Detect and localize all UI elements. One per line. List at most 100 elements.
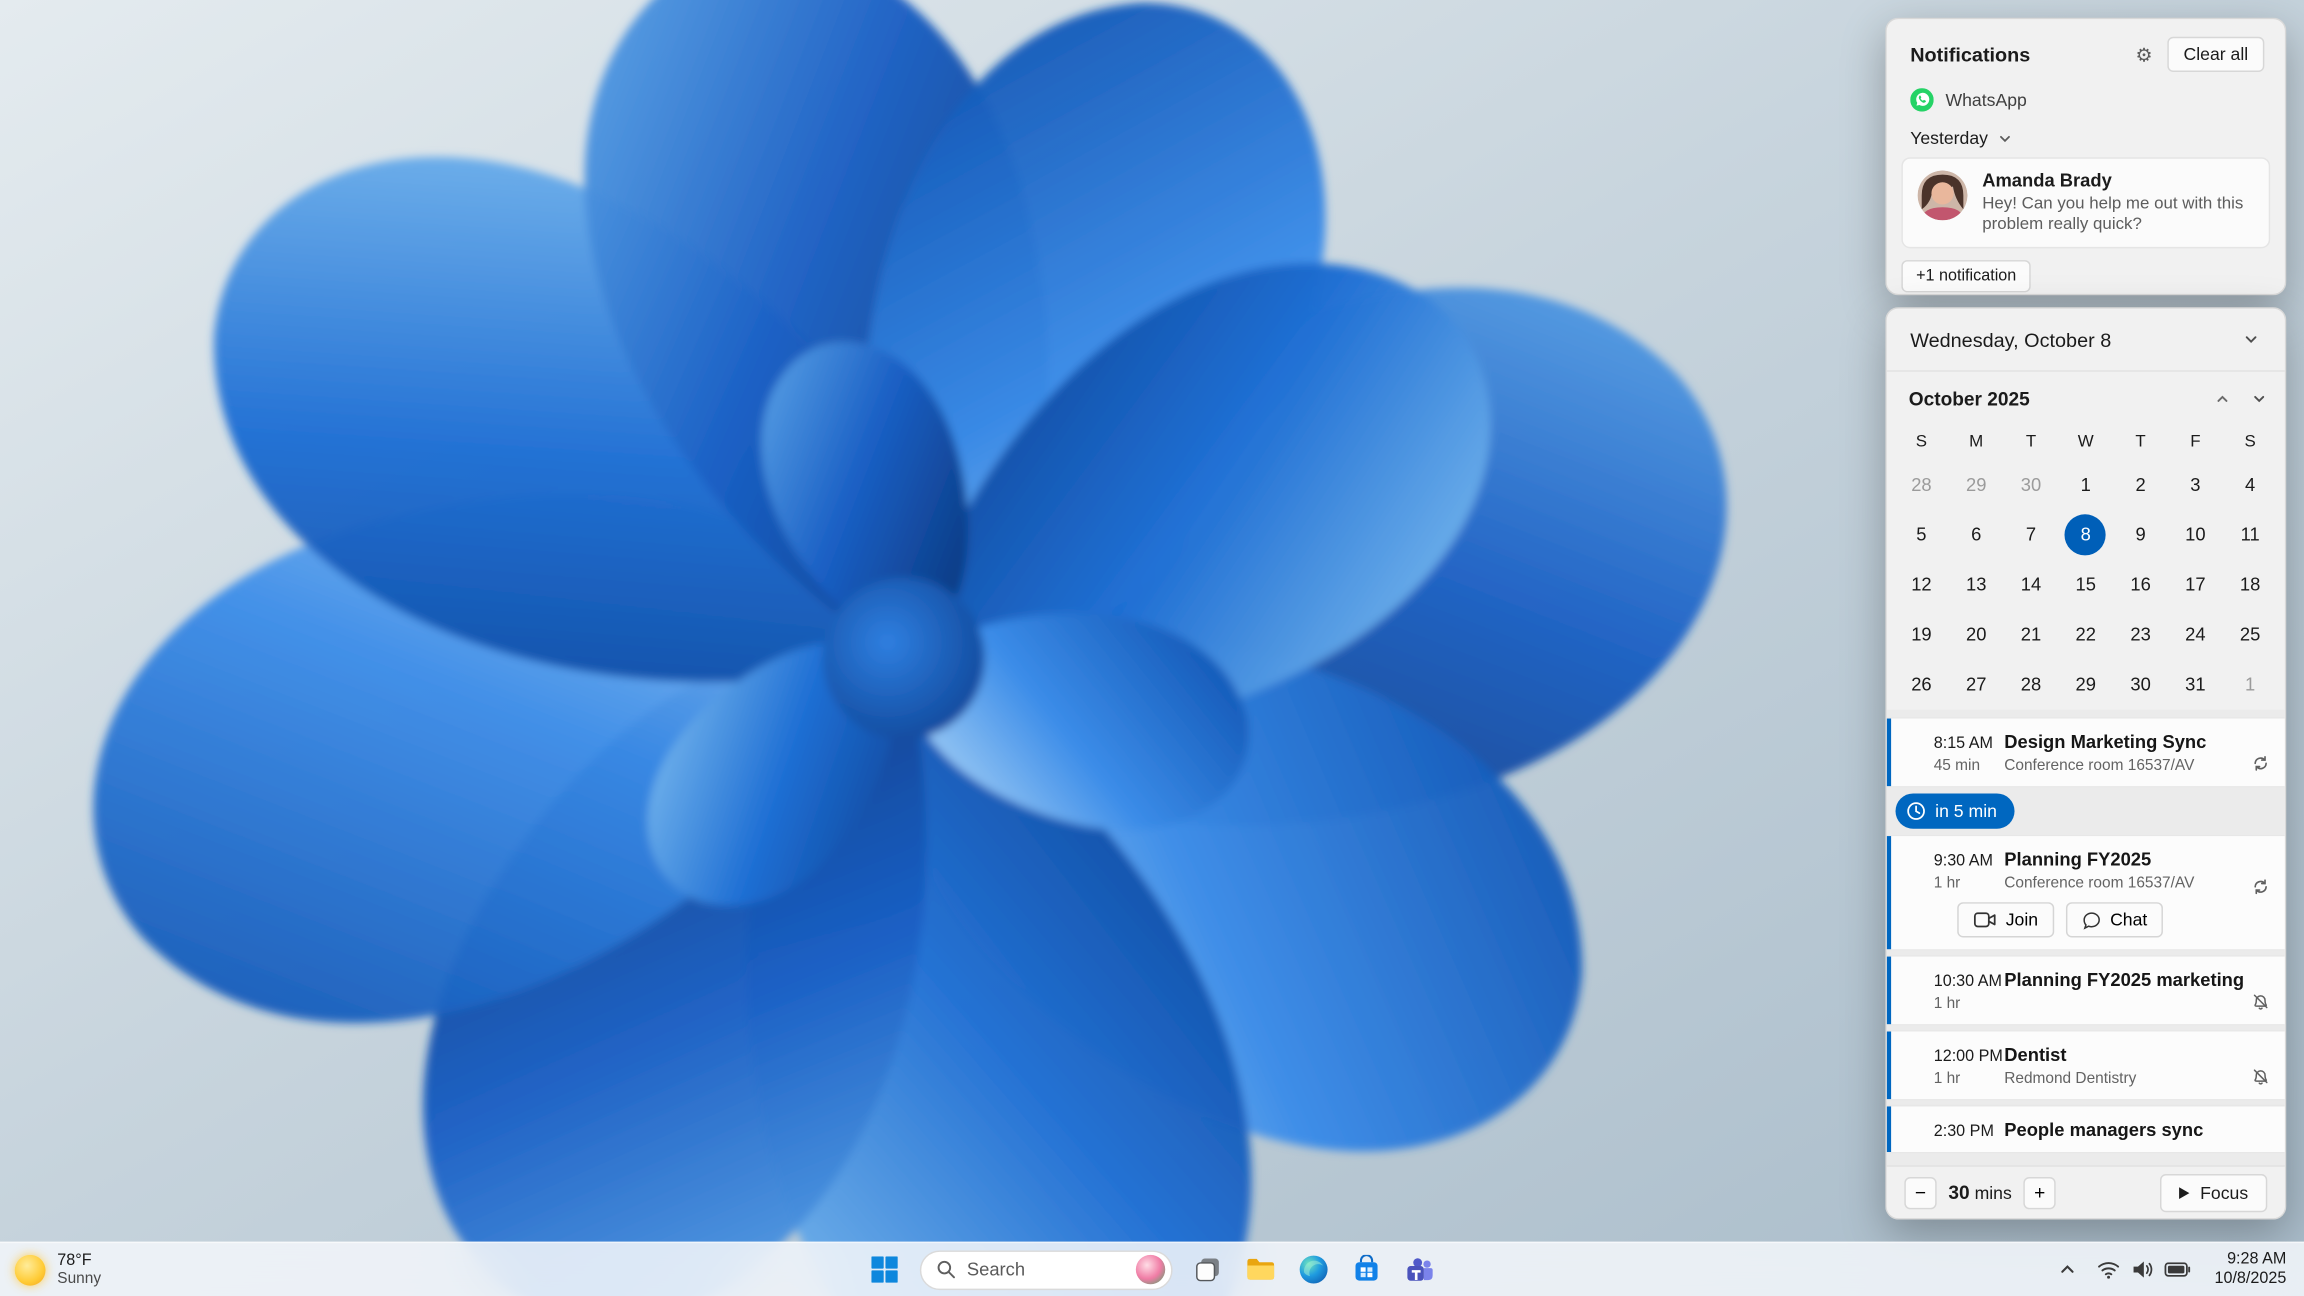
event-time: 9:30 AM [1933,852,1994,870]
day-of-week-label: F [2190,433,2201,452]
focus-duration: 30 mins [1948,1181,2011,1203]
calendar-day-25[interactable]: 25 [2223,610,2278,660]
calendar-day-7[interactable]: 7 [2004,510,2059,560]
desktop: Notifications ⚙ Clear all WhatsApp Yeste… [0,0,2304,1296]
calendar-day-14[interactable]: 14 [2004,560,2059,610]
next-month-button[interactable] [2248,387,2270,409]
calendar-day-15[interactable]: 15 [2058,560,2113,610]
collapse-calendar-button[interactable] [2229,322,2273,357]
focus-unit: mins [1974,1182,2012,1204]
notification-card[interactable]: Amanda Brady Hey! Can you help me out wi… [1901,157,2271,249]
calendar-day-30[interactable]: 30 [2113,660,2168,710]
day-of-week-label: M [1969,433,1984,452]
decrease-minutes-button[interactable]: − [1904,1176,1937,1209]
calendar-day-26[interactable]: 26 [1894,660,1949,710]
teams-button[interactable] [1396,1246,1443,1293]
bell-off-icon [2251,992,2270,1011]
edge-button[interactable] [1290,1246,1337,1293]
calendar-day-headers: SMTWTFS [1887,425,2285,460]
notification-app-group-header[interactable]: WhatsApp [1887,81,2285,115]
event-card[interactable]: 2:30 PM People managers sync [1886,1104,2285,1154]
increase-minutes-button[interactable]: + [2023,1176,2056,1209]
event-location: Conference room 16537/AV [2004,756,2195,775]
calendar-day-17[interactable]: 17 [2168,560,2223,610]
calendar-day-28[interactable]: 28 [2004,660,2059,710]
file-explorer-button[interactable] [1237,1246,1284,1293]
event-card[interactable]: 8:15 AM Design Marketing Sync 45 min Con… [1886,717,2285,788]
calendar-day-5[interactable]: 5 [1894,510,1949,560]
event-title: People managers sync [2004,1119,2204,1141]
search-placeholder: Search [966,1259,1026,1280]
recurrence-icon [2251,754,2270,773]
event-accent-bar [1886,1106,1892,1152]
notification-day-group-header[interactable]: Yesterday [1887,115,2285,158]
search-input[interactable]: Search [919,1249,1173,1290]
camera-icon [1973,911,1997,929]
taskbar-right: 9:28 AM 10/8/2025 [2053,1243,2295,1296]
calendar-day-2[interactable]: 2 [2113,460,2168,510]
chat-button[interactable]: Chat [2065,902,2164,938]
event-title: Design Marketing Sync [2004,731,2207,753]
agenda-list: 8:15 AM Design Marketing Sync 45 min Con… [1886,709,2285,1166]
calendar-day-31[interactable]: 31 [2168,660,2223,710]
join-button[interactable]: Join [1957,902,2055,938]
clock-icon [1906,801,1927,822]
event-card[interactable]: 10:30 AM Planning FY2025 marketing 1 hr [1886,955,2285,1026]
calendar-day-8[interactable]: 8 [2058,510,2113,560]
event-card[interactable]: 12:00 PM Dentist 1 hr Redmond Dentistry [1886,1030,2285,1101]
day-of-week-label: S [1915,433,1928,452]
calendar-day-10[interactable]: 10 [2168,510,2223,560]
calendar-day-28[interactable]: 28 [1894,460,1949,510]
calendar-day-27[interactable]: 27 [1949,660,2004,710]
event-accent-bar [1886,718,1892,787]
calendar-day-11[interactable]: 11 [2223,510,2278,560]
task-view-button[interactable] [1184,1246,1231,1293]
search-highlight-image [1135,1254,1166,1285]
calendar-day-6[interactable]: 6 [1949,510,2004,560]
calendar-day-19[interactable]: 19 [1894,610,1949,660]
calendar-day-3[interactable]: 3 [2168,460,2223,510]
calendar-day-18[interactable]: 18 [2223,560,2278,610]
event-time: 2:30 PM [1933,1122,1994,1141]
day-of-week-label: S [2244,433,2256,452]
microsoft-store-button[interactable] [1343,1246,1390,1293]
event-card[interactable]: 9:30 AM Planning FY2025 1 hr Conference … [1886,834,2285,951]
notification-sender: Amanda Brady [1982,170,2112,192]
taskbar-clock[interactable]: 9:28 AM 10/8/2025 [2206,1250,2296,1288]
clear-all-button[interactable]: Clear all [2167,36,2265,72]
calendar-flyout: Wednesday, October 8 October 2025 S M T W T F… [1885,307,2287,1220]
system-tray[interactable] [2088,1252,2200,1287]
calendar-day-29[interactable]: 29 [2058,660,2113,710]
event-time: 10:30 AM [1933,972,2003,991]
calendar-day-9[interactable]: 9 [2113,510,2168,560]
calendar-day-16[interactable]: 16 [2113,560,2168,610]
weather-widget[interactable]: 78°F Sunny [14,1243,101,1296]
chat-icon [2082,910,2101,929]
calendar-day-30[interactable]: 30 [2004,460,2059,510]
calendar-day-1[interactable]: 1 [2058,460,2113,510]
event-duration: 1 hr [1933,994,1961,1013]
more-notifications-button[interactable]: +1 notification [1901,260,2031,293]
calendar-day-29[interactable]: 29 [1949,460,2004,510]
calendar-day-21[interactable]: 21 [2004,610,2059,660]
start-button[interactable] [861,1246,908,1293]
calendar-day-23[interactable]: 23 [2113,610,2168,660]
calendar-day-20[interactable]: 20 [1949,610,2004,660]
event-duration: 1 hr [1933,874,1961,892]
calendar-day-24[interactable]: 24 [2168,610,2223,660]
calendar-day-1[interactable]: 1 [2223,660,2278,710]
hidden-icons-chevron[interactable] [2053,1255,2082,1284]
notification-settings-icon[interactable]: ⚙ [2136,45,2153,64]
chat-label: Chat [2110,909,2148,931]
taskbar-center: Search [861,1243,1443,1296]
focus-button[interactable]: Focus [2160,1173,2268,1212]
app-name-label: WhatsApp [1945,89,2027,111]
calendar-day-22[interactable]: 22 [2058,610,2113,660]
calendar-day-4[interactable]: 4 [2223,460,2278,510]
calendar-day-12[interactable]: 12 [1894,560,1949,610]
prev-month-button[interactable] [2211,387,2233,409]
focus-minutes: 30 [1948,1181,1970,1204]
notification-message: Hey! Can you help me out with this probl… [1982,195,2244,234]
calendar-day-13[interactable]: 13 [1949,560,2004,610]
reminder-badge[interactable]: in 5 min [1895,793,2015,829]
